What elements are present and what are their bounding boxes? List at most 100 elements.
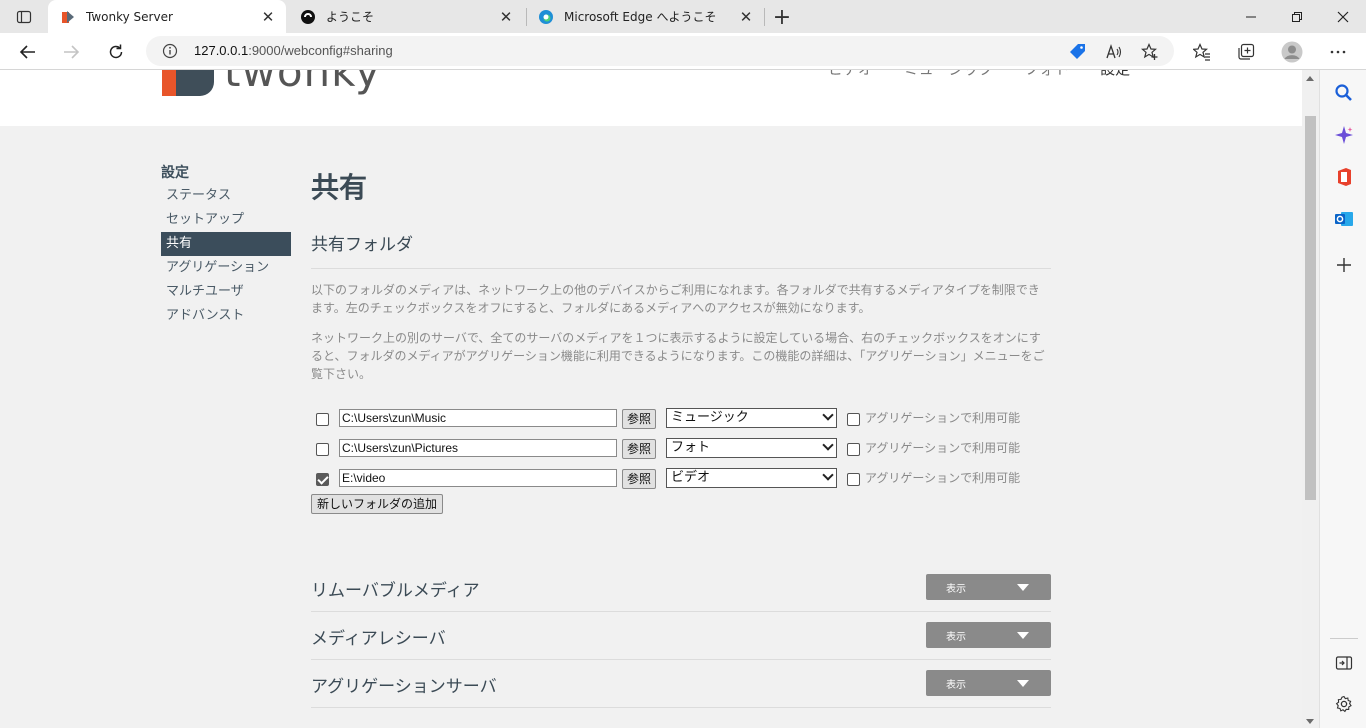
url-text[interactable]: 127.0.0.1:9000/webconfig#sharing [194, 43, 393, 58]
sidebar-office-button[interactable] [1332, 165, 1356, 189]
media-type-value: ビデオ [671, 470, 711, 485]
minimize-icon [1246, 16, 1256, 17]
plus-icon [1337, 258, 1351, 272]
avatar-icon [1281, 41, 1303, 63]
tab-edge-welcome[interactable]: Microsoft Edge へようこそ ✕ [526, 0, 764, 33]
sidebar-search-button[interactable] [1332, 81, 1356, 105]
close-tab-icon[interactable]: ✕ [736, 7, 756, 27]
forward-button[interactable] [56, 37, 86, 67]
settings-sidebar: 設定 ステータス セットアップ 共有 アグリゲーション マルチユーザ アドバンス… [161, 162, 291, 328]
show-button[interactable]: 表示 [926, 574, 1051, 600]
tab-twonky[interactable]: Twonky Server ✕ [48, 0, 286, 33]
sidebar-item-sharing[interactable]: 共有 [161, 232, 291, 256]
read-aloud-icon [1106, 43, 1122, 59]
edge-sidebar [1319, 70, 1366, 728]
tab-actions-button[interactable] [10, 6, 38, 28]
topnav-settings[interactable]: 設定 [1100, 70, 1130, 78]
sidebar-item-multiuser[interactable]: マルチユーザ [161, 280, 291, 304]
address-toolbar: 127.0.0.1:9000/webconfig#sharing [0, 33, 1366, 70]
aggregation-servers-section: アグリゲーションサーバ 表示 [311, 660, 1051, 708]
sidebar-item-aggregation[interactable]: アグリゲーション [161, 256, 291, 280]
close-tab-icon[interactable]: ✕ [496, 7, 516, 27]
minimize-button[interactable] [1228, 0, 1274, 33]
aggregation-checkbox[interactable] [847, 443, 860, 456]
show-button[interactable]: 表示 [926, 622, 1051, 648]
folder-enable-checkbox[interactable] [316, 473, 329, 486]
triangle-down-icon [1017, 680, 1029, 687]
favorites-icon [1193, 43, 1210, 61]
close-window-button[interactable] [1320, 0, 1366, 33]
folder-enable-checkbox[interactable] [316, 443, 329, 456]
sidebar-item-setup[interactable]: セットアップ [161, 208, 291, 232]
triangle-down-icon [1017, 632, 1029, 639]
chevron-down-icon [822, 469, 834, 481]
show-button-label: 表示 [946, 584, 966, 595]
scrollbar-thumb[interactable] [1305, 116, 1316, 500]
settings-more-button[interactable] [1324, 38, 1352, 66]
sidebar-copilot-button[interactable] [1332, 123, 1356, 147]
profile-button[interactable] [1278, 38, 1306, 66]
media-type-value: フォト [671, 440, 711, 455]
aggregation-label: アグリゲーションで利用可能 [865, 441, 1021, 455]
media-type-value: ミュージック [671, 410, 749, 425]
favorites-button[interactable] [1188, 38, 1216, 66]
scroll-up-arrow-icon[interactable] [1306, 76, 1314, 81]
top-navigation: ビデオ ミュージック フォト 設定 [828, 70, 1156, 79]
twonky-logo-mark-icon [162, 70, 214, 96]
folder-enable-checkbox[interactable] [316, 413, 329, 426]
logo-wordmark: twonky [224, 70, 381, 96]
refresh-button[interactable] [101, 37, 131, 67]
sidebar-item-status[interactable]: ステータス [161, 184, 291, 208]
topnav-music[interactable]: ミュージック [904, 70, 994, 78]
media-type-select[interactable]: フォト [666, 438, 837, 458]
twonky-logo[interactable]: twonky [162, 70, 381, 96]
scroll-down-arrow-icon[interactable] [1306, 719, 1314, 724]
folder-path-input[interactable]: C:\Users\zun\Music [339, 409, 617, 427]
folder-path-input[interactable]: C:\Users\zun\Pictures [339, 439, 617, 457]
sidebar-heading: 設定 [161, 165, 189, 181]
topnav-video[interactable]: ビデオ [828, 70, 873, 78]
folder-path-input[interactable]: E:\video [339, 469, 617, 487]
collections-button[interactable] [1232, 38, 1260, 66]
folder-row: E:\video 参照 ビデオ アグリゲーションで利用可能 [311, 465, 1051, 495]
sidebar-outlook-button[interactable] [1332, 207, 1356, 231]
tag-icon [1070, 44, 1085, 59]
tab-actions-icon [16, 10, 32, 24]
aggregation-checkbox[interactable] [847, 413, 860, 426]
gear-icon [1335, 695, 1352, 713]
sidebar-add-button[interactable] [1332, 253, 1356, 277]
new-tab-button[interactable]: + [770, 5, 794, 30]
coupon-tag-button[interactable] [1066, 40, 1090, 64]
add-favorite-button[interactable] [1138, 40, 1162, 64]
read-aloud-button[interactable] [1102, 40, 1126, 64]
topnav-photo[interactable]: フォト [1024, 70, 1069, 78]
restore-icon [1292, 11, 1302, 22]
page-scrollbar[interactable] [1302, 70, 1319, 728]
show-button[interactable]: 表示 [926, 670, 1051, 696]
media-receivers-section: メディアレシーバ 表示 [311, 612, 1051, 660]
add-folder-button[interactable]: 新しいフォルダの追加 [311, 494, 444, 514]
tab-welcome[interactable]: ようこそ ✕ [288, 0, 524, 33]
sidebar-settings-button[interactable] [1332, 692, 1356, 716]
aggregation-label: アグリゲーションで利用可能 [865, 411, 1021, 425]
sidebar-divider [1330, 638, 1358, 639]
media-type-select[interactable]: ミュージック [666, 408, 837, 428]
browse-button[interactable]: 参照 [622, 469, 656, 489]
edge-favicon-icon [539, 9, 553, 24]
close-tab-icon[interactable]: ✕ [258, 7, 278, 27]
site-info-icon[interactable] [162, 43, 178, 59]
back-button[interactable] [13, 37, 43, 67]
page-viewport: twonky ビデオ ミュージック フォト 設定 設定 ステータス セットアップ… [0, 70, 1302, 728]
shared-folders-heading: 共有フォルダ [311, 230, 1051, 269]
address-bar[interactable]: 127.0.0.1:9000/webconfig#sharing [146, 36, 1174, 66]
browse-button[interactable]: 参照 [622, 439, 656, 459]
media-type-select[interactable]: ビデオ [666, 468, 837, 488]
sidebar-item-advanced[interactable]: アドバンスト [161, 304, 291, 328]
outlook-icon [1335, 212, 1353, 226]
browse-button[interactable]: 参照 [622, 409, 656, 429]
restore-button[interactable] [1274, 0, 1320, 33]
chevron-down-icon [822, 439, 834, 451]
hide-sidebar-button[interactable] [1332, 651, 1356, 675]
back-arrow-icon [19, 45, 35, 59]
aggregation-checkbox[interactable] [847, 473, 860, 486]
